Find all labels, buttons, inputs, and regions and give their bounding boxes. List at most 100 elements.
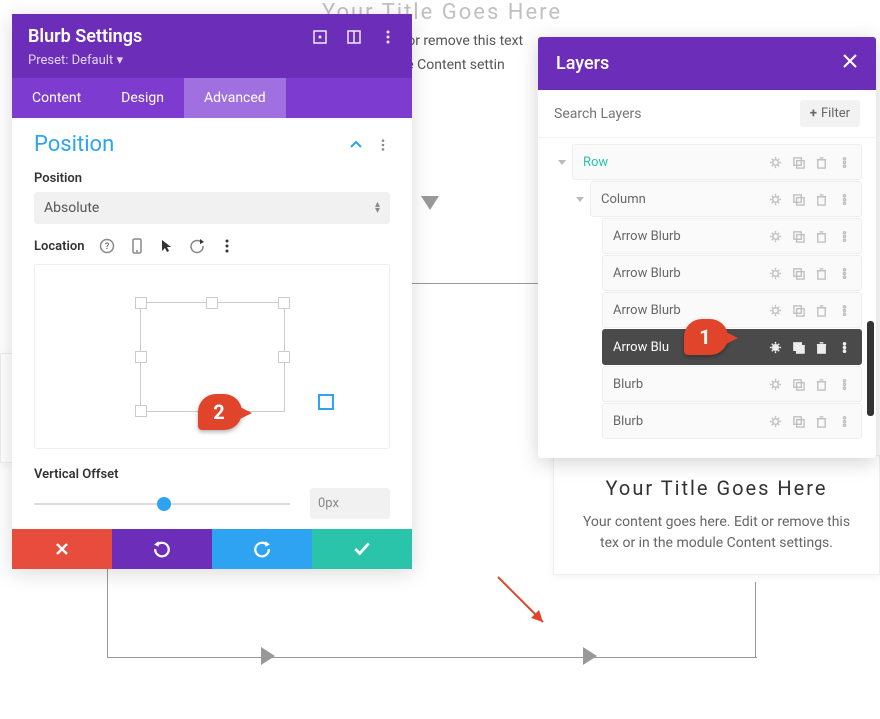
chevron-down-icon[interactable] (576, 197, 584, 202)
tree-card[interactable]: Blurb (602, 403, 862, 439)
more-icon[interactable] (838, 193, 851, 206)
tree-card[interactable]: Arrow Blurb (602, 218, 862, 254)
position-select[interactable]: Absolute ▴▾ (34, 192, 390, 224)
duplicate-icon[interactable] (792, 156, 805, 169)
tree-card[interactable]: Arrow Blurb (602, 255, 862, 291)
filter-button[interactable]: +Filter (800, 100, 860, 127)
more-icon[interactable] (838, 341, 851, 354)
tab-advanced[interactable]: Advanced (184, 78, 286, 118)
preset-dropdown[interactable]: Preset: Default ▾ (28, 53, 396, 68)
tree-row[interactable]: Blurb (552, 366, 862, 402)
tree-row[interactable]: Row (552, 144, 862, 180)
layers-search-row: +Filter (538, 90, 876, 138)
chevron-up-icon[interactable] (348, 137, 364, 153)
close-button[interactable] (842, 53, 858, 74)
more-icon[interactable] (380, 29, 396, 45)
trash-icon[interactable] (815, 415, 828, 428)
settings-panel: Blurb Settings Preset: Default ▾ Content… (12, 14, 412, 569)
trash-icon[interactable] (815, 230, 828, 243)
voffset-input[interactable] (310, 488, 390, 519)
cursor-icon[interactable] (159, 238, 175, 254)
more-icon[interactable] (838, 156, 851, 169)
anchor-top-left[interactable] (135, 297, 147, 309)
trash-icon[interactable] (815, 341, 828, 354)
gear-icon[interactable] (769, 267, 782, 280)
help-icon[interactable]: ? (99, 238, 115, 254)
save-button[interactable] (312, 529, 412, 569)
gear-icon[interactable] (769, 415, 782, 428)
reset-icon[interactable] (189, 238, 205, 254)
trash-icon[interactable] (815, 193, 828, 206)
tree-label: Arrow Blurb (613, 303, 681, 318)
cancel-button[interactable] (12, 529, 112, 569)
anchor-bottom-right-selected[interactable] (318, 394, 334, 410)
gear-icon[interactable] (769, 230, 782, 243)
gear-icon[interactable] (769, 341, 782, 354)
annotation-1: 1 (684, 319, 728, 355)
gear-icon[interactable] (769, 156, 782, 169)
voffset-slider[interactable] (34, 494, 290, 514)
anchor-top-center[interactable] (206, 297, 218, 309)
tree-actions (769, 304, 851, 317)
tree-row[interactable]: Arrow Blurb (552, 255, 862, 291)
more-icon[interactable] (838, 267, 851, 280)
arrow-right-icon (261, 647, 275, 665)
columns-icon[interactable] (346, 29, 362, 45)
anchor-mid-left[interactable] (135, 351, 147, 363)
anchor-top-right[interactable] (278, 297, 290, 309)
trash-icon[interactable] (815, 156, 828, 169)
tree-row[interactable]: Arrow Blurb (552, 218, 862, 254)
trash-icon[interactable] (815, 304, 828, 317)
tree-actions (769, 156, 851, 169)
anchor-bottom-left[interactable] (135, 405, 147, 417)
tab-design[interactable]: Design (101, 78, 184, 118)
tree-row[interactable]: Blurb (552, 403, 862, 439)
check-icon (353, 540, 371, 558)
position-label: Position (34, 171, 390, 186)
undo-icon (153, 540, 171, 558)
gear-icon[interactable] (769, 378, 782, 391)
close-icon (842, 53, 858, 69)
more-icon[interactable] (838, 378, 851, 391)
tree-card[interactable]: Blurb (602, 366, 862, 402)
duplicate-icon[interactable] (792, 267, 805, 280)
gear-icon[interactable] (769, 193, 782, 206)
trash-icon[interactable] (815, 378, 828, 391)
more-icon[interactable] (838, 415, 851, 428)
redo-icon (253, 540, 271, 558)
duplicate-icon[interactable] (792, 341, 805, 354)
phone-icon[interactable] (129, 238, 145, 254)
more-icon[interactable] (219, 238, 235, 254)
tree-actions (769, 415, 851, 428)
duplicate-icon[interactable] (792, 304, 805, 317)
anchor-mid-right[interactable] (278, 351, 290, 363)
duplicate-icon[interactable] (792, 230, 805, 243)
search-input[interactable] (554, 106, 790, 122)
tab-content[interactable]: Content (12, 78, 101, 118)
panel-footer (12, 529, 412, 569)
more-icon[interactable] (376, 138, 390, 152)
duplicate-icon[interactable] (792, 415, 805, 428)
svg-text:?: ? (104, 242, 108, 252)
duplicate-icon[interactable] (792, 378, 805, 391)
tree-card[interactable]: Column (590, 181, 862, 217)
slider-thumb[interactable] (157, 497, 171, 511)
section-title: Position (34, 132, 114, 157)
chevron-down-icon[interactable] (558, 160, 566, 165)
undo-button[interactable] (112, 529, 212, 569)
duplicate-icon[interactable] (792, 193, 805, 206)
tree-card[interactable]: Arrow Blurb (602, 292, 862, 328)
tree-actions (769, 193, 851, 206)
redo-button[interactable] (212, 529, 312, 569)
arrow-right-icon (583, 647, 597, 665)
tree-card[interactable]: Row (572, 144, 862, 180)
scrollbar[interactable] (867, 321, 874, 416)
trash-icon[interactable] (815, 267, 828, 280)
tree-row[interactable]: Column (552, 181, 862, 217)
more-icon[interactable] (838, 304, 851, 317)
more-icon[interactable] (838, 230, 851, 243)
gear-icon[interactable] (769, 304, 782, 317)
voffset-label: Vertical Offset (34, 467, 390, 482)
expand-icon[interactable] (312, 29, 328, 45)
panel-body: Position Position Absolute ▴▾ Location ? (12, 118, 412, 529)
